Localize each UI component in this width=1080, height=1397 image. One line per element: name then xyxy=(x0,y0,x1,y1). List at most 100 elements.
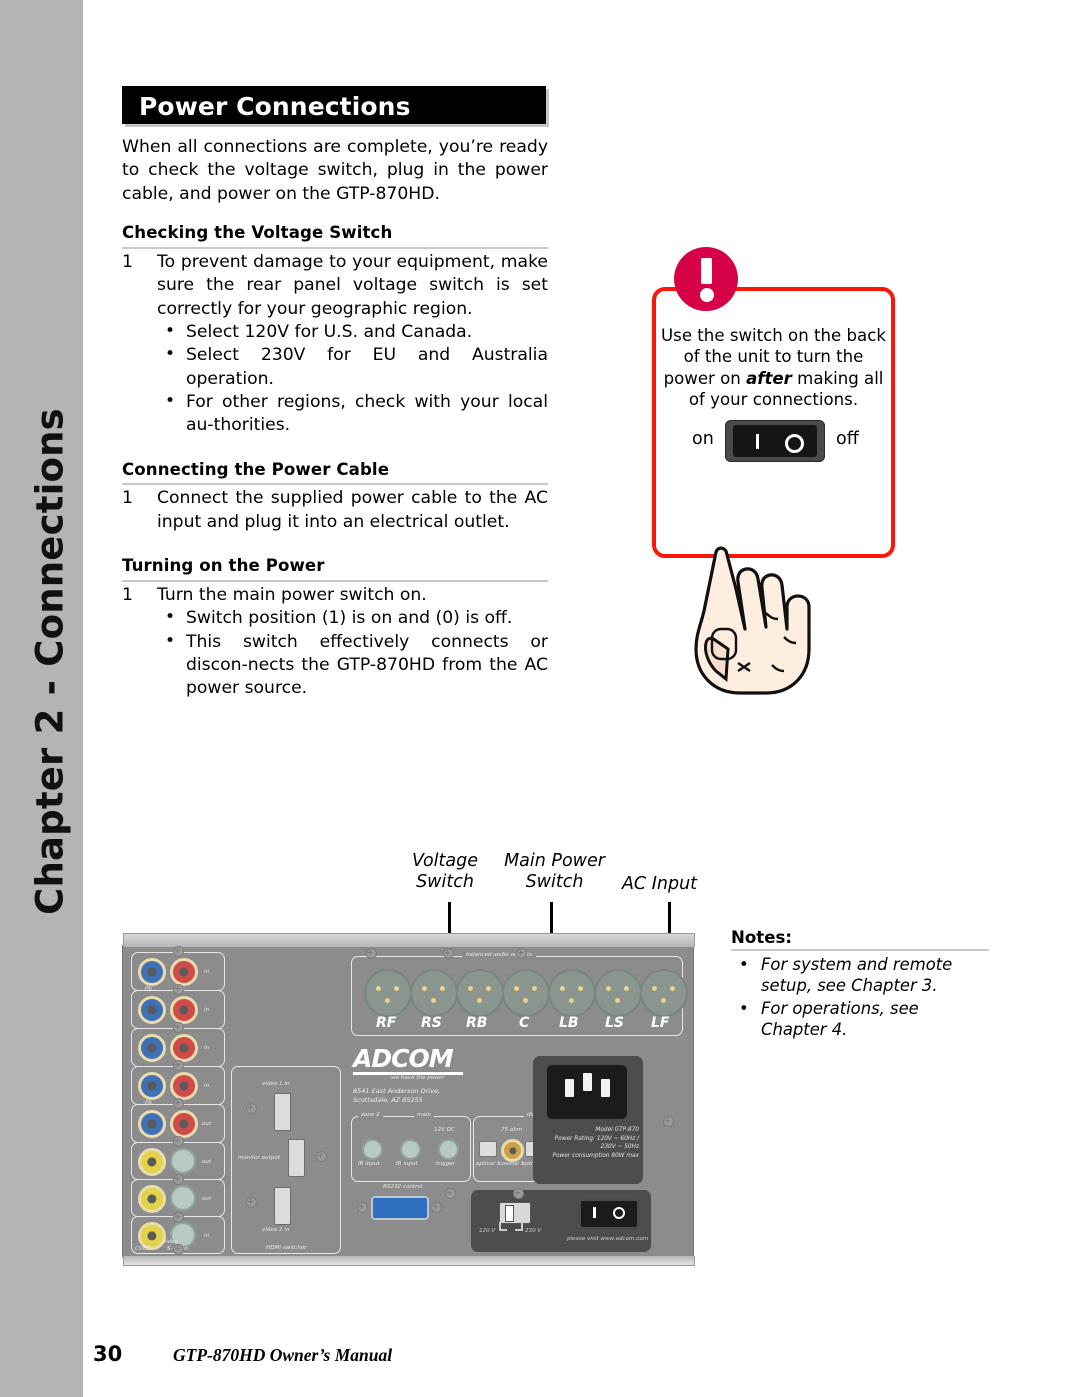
step-text: Connect the supplied power cable to the … xyxy=(157,488,548,532)
optical-port-1 xyxy=(479,1141,497,1157)
panel-screw xyxy=(173,1244,184,1255)
subsection-heading: Checking the Voltage Switch xyxy=(122,222,548,249)
exclamation-dot xyxy=(699,288,714,302)
panel-top-edge xyxy=(123,933,695,947)
jack-label: in xyxy=(204,1233,210,1239)
step-item: 1 To prevent damage to your equipment, m… xyxy=(122,251,548,438)
step-item: 1 Turn the main power switch on. • Switch… xyxy=(122,584,548,701)
panel-screw xyxy=(173,1022,184,1033)
label-main-power-switch: Main Power Switch xyxy=(497,851,612,893)
power-ratings-text: Model GTP-870 Power Rating: 120V ~ 60Hz … xyxy=(537,1126,639,1161)
xlr-connector-rb xyxy=(456,969,504,1017)
bullet-dot: • xyxy=(165,630,176,651)
bullet-dot: • xyxy=(739,998,749,1018)
digital-label-optical-1: optical 1 xyxy=(476,1161,501,1167)
control-label-ir-input: IR input xyxy=(396,1161,418,1167)
bullet-item: • Select 230V for EU and Australia operat… xyxy=(157,344,548,391)
step-item: 1 Connect the supplied power cable to th… xyxy=(122,487,548,534)
subsection-heading: Connecting the Power Cable xyxy=(122,459,548,486)
ac-input-iec-socket xyxy=(547,1065,627,1119)
ac-inlet-panel: Model GTP-870 Power Rating: 120V ~ 60Hz … xyxy=(533,1056,643,1184)
panel-screw xyxy=(173,1212,184,1223)
control-caption-main: main xyxy=(414,1112,434,1118)
xlr-label-lf: LF xyxy=(651,1015,670,1031)
hdmi-port xyxy=(288,1139,305,1177)
bullet-item: • Switch position (1) is on and (0) is of… xyxy=(157,607,548,630)
video-group-label-cvbs: CVBS xyxy=(135,1246,151,1252)
xlr-label-rb: RB xyxy=(466,1015,488,1031)
panel-screw xyxy=(246,1103,257,1114)
bullet-item: • This switch effectively connects or dis… xyxy=(157,631,548,701)
panel-screw xyxy=(173,1136,184,1147)
xlr-connector-c xyxy=(502,969,550,1017)
rocker-switch-icon xyxy=(725,420,825,462)
notes-section: Notes: • For system and remote setup, see… xyxy=(731,928,989,1041)
rca-jack-red xyxy=(170,958,198,986)
callout-text: Use the switch on the back of the unit t… xyxy=(660,325,887,411)
bullet-text: Select 120V for U.S. and Canada. xyxy=(186,321,473,342)
digital-label-75ohm: 75 ohm xyxy=(501,1127,523,1133)
step-text: To prevent damage to your equipment, mak… xyxy=(157,251,548,319)
body-column: When all connections are complete, you’r… xyxy=(122,136,548,722)
hdmi-port xyxy=(274,1093,291,1131)
exclamation-icon xyxy=(674,247,738,311)
rca-jack-red xyxy=(170,1034,198,1062)
chapter-tab-label: Chapter 2 - Connections xyxy=(28,408,72,915)
adcom-logo: ADCOM xyxy=(353,1044,454,1073)
jack-label: in xyxy=(204,1045,210,1051)
xlr-label-rs: RS xyxy=(421,1015,442,1031)
panel-screw xyxy=(173,946,184,957)
step-number: 1 xyxy=(122,584,133,605)
rca-jack-yellow xyxy=(138,1148,166,1176)
hdmi-label-video1: video 1 in xyxy=(262,1081,290,1087)
hdmi-switcher-caption: HDMI switcher xyxy=(264,1245,309,1251)
rca-jack-blue xyxy=(138,1110,166,1138)
page-title: Power Connections xyxy=(139,92,411,121)
label-line2: Switch xyxy=(416,872,474,892)
bullet-dot: • xyxy=(165,607,176,628)
rca-jack-blue xyxy=(138,958,166,986)
note-text: For operations, see Chapter 4. xyxy=(761,998,919,1039)
coaxial-jack-1 xyxy=(501,1139,524,1162)
main-power-switch[interactable] xyxy=(579,1199,639,1229)
label-line1: Voltage xyxy=(412,851,478,871)
bullet-item: • For other regions, check with your loca… xyxy=(157,391,548,438)
voltage-switch[interactable] xyxy=(499,1202,531,1224)
rs232-label: RS232 control xyxy=(383,1184,423,1190)
footer-manual-title: GTP-870HD Owner’s Manual xyxy=(173,1345,393,1365)
bullet-text: For other regions, check with your local… xyxy=(186,392,548,436)
rating-line1: Power Rating: 120V ~ 60Hz / xyxy=(554,1135,639,1142)
s-video-jack xyxy=(170,1185,196,1211)
page-number: 30 xyxy=(93,1342,123,1366)
component-label-pb: Pb xyxy=(145,1100,152,1106)
adcom-wordmark: ADCOM xyxy=(353,1044,454,1073)
jack-label: in xyxy=(204,1007,210,1013)
bullet-dot: • xyxy=(165,320,176,341)
control-label-trigger: trigger xyxy=(436,1161,455,1167)
rocker-inner xyxy=(733,425,817,457)
hdmi-label-video2: video 2 in xyxy=(262,1227,290,1233)
control-label-12vdc: 12V DC xyxy=(434,1127,455,1133)
step-number: 1 xyxy=(122,488,133,509)
bullet-item: • Select 120V for U.S. and Canada. xyxy=(157,321,548,344)
jack-label: in xyxy=(204,969,210,975)
subsection-checking-voltage-switch: Checking the Voltage Switch 1 To prevent… xyxy=(122,222,548,438)
label-line1: AC Input xyxy=(621,874,698,894)
section-title-bar: Power Connections xyxy=(122,86,546,124)
panel-bottom-edge xyxy=(123,1256,695,1266)
xlr-label-rf: RF xyxy=(376,1015,397,1031)
trigger-jack xyxy=(438,1139,459,1160)
panel-screw xyxy=(173,1060,184,1071)
panel-screw xyxy=(366,948,377,959)
panel-screw xyxy=(431,1202,442,1213)
callout-switch-illustration: on off xyxy=(656,420,891,695)
ir-input-jack-zone2 xyxy=(362,1139,383,1160)
xlr-label-c: C xyxy=(519,1015,530,1031)
xlr-connector-ls xyxy=(594,969,642,1017)
xlr-connector-rf xyxy=(364,969,412,1017)
chapter-side-tab: Chapter 2 - Connections xyxy=(0,0,83,1397)
panel-screw xyxy=(173,1174,184,1185)
xlr-label-lb: LB xyxy=(559,1015,579,1031)
rca-jack-blue xyxy=(138,996,166,1024)
warning-callout-box: Use the switch on the back of the unit t… xyxy=(652,287,895,695)
